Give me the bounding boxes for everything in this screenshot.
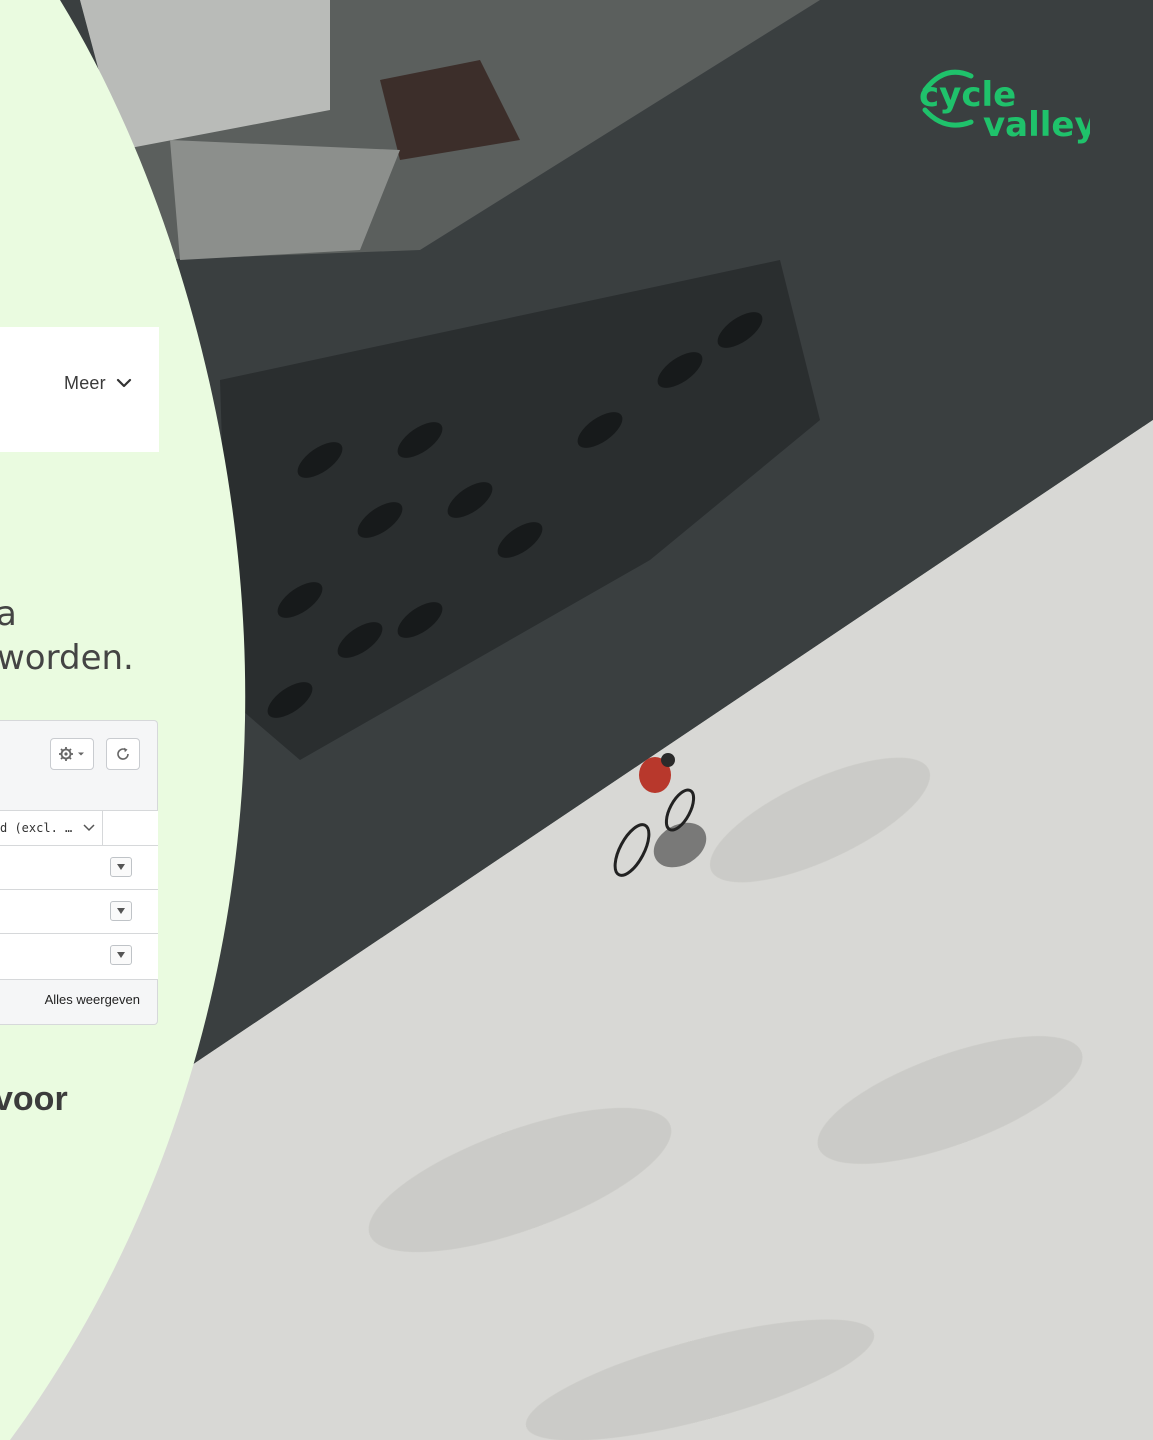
headline: a worden. bbox=[0, 592, 170, 680]
headline-line-2: worden. bbox=[0, 638, 134, 678]
grid-settings-button[interactable] bbox=[50, 738, 94, 770]
column-header-label: d (excl. … bbox=[0, 821, 73, 835]
section-heading: voor bbox=[0, 1080, 74, 1119]
table-row bbox=[0, 934, 158, 980]
headline-line-1: a bbox=[0, 594, 17, 634]
more-menu-button[interactable]: Meer bbox=[64, 370, 134, 396]
row-dropdown-button[interactable] bbox=[110, 857, 132, 877]
triangle-down-icon bbox=[117, 952, 125, 958]
grid-column-header-row: d (excl. … bbox=[0, 810, 158, 846]
table-row bbox=[0, 890, 158, 934]
column-header-empty bbox=[102, 811, 158, 845]
show-all-link[interactable]: Alles weergeven bbox=[0, 992, 140, 1007]
row-dropdown-button[interactable] bbox=[110, 945, 132, 965]
more-menu-label: Meer bbox=[64, 372, 106, 393]
triangle-down-icon bbox=[117, 864, 125, 870]
column-header[interactable]: d (excl. … bbox=[0, 811, 103, 845]
gear-icon bbox=[59, 747, 84, 761]
refresh-icon bbox=[117, 747, 129, 760]
grid-refresh-button[interactable] bbox=[106, 738, 140, 770]
section-heading-text: voor bbox=[0, 1080, 68, 1118]
background-photo bbox=[0, 0, 1153, 1440]
logo-text-line2: valley bbox=[983, 105, 1090, 145]
table-row bbox=[0, 846, 158, 890]
row-dropdown-button[interactable] bbox=[110, 901, 132, 921]
chevron-down-icon bbox=[83, 824, 95, 832]
chevron-down-icon bbox=[116, 378, 131, 388]
cycle-valley-logo[interactable]: cycle valley bbox=[915, 62, 1097, 152]
triangle-down-icon bbox=[117, 908, 125, 914]
